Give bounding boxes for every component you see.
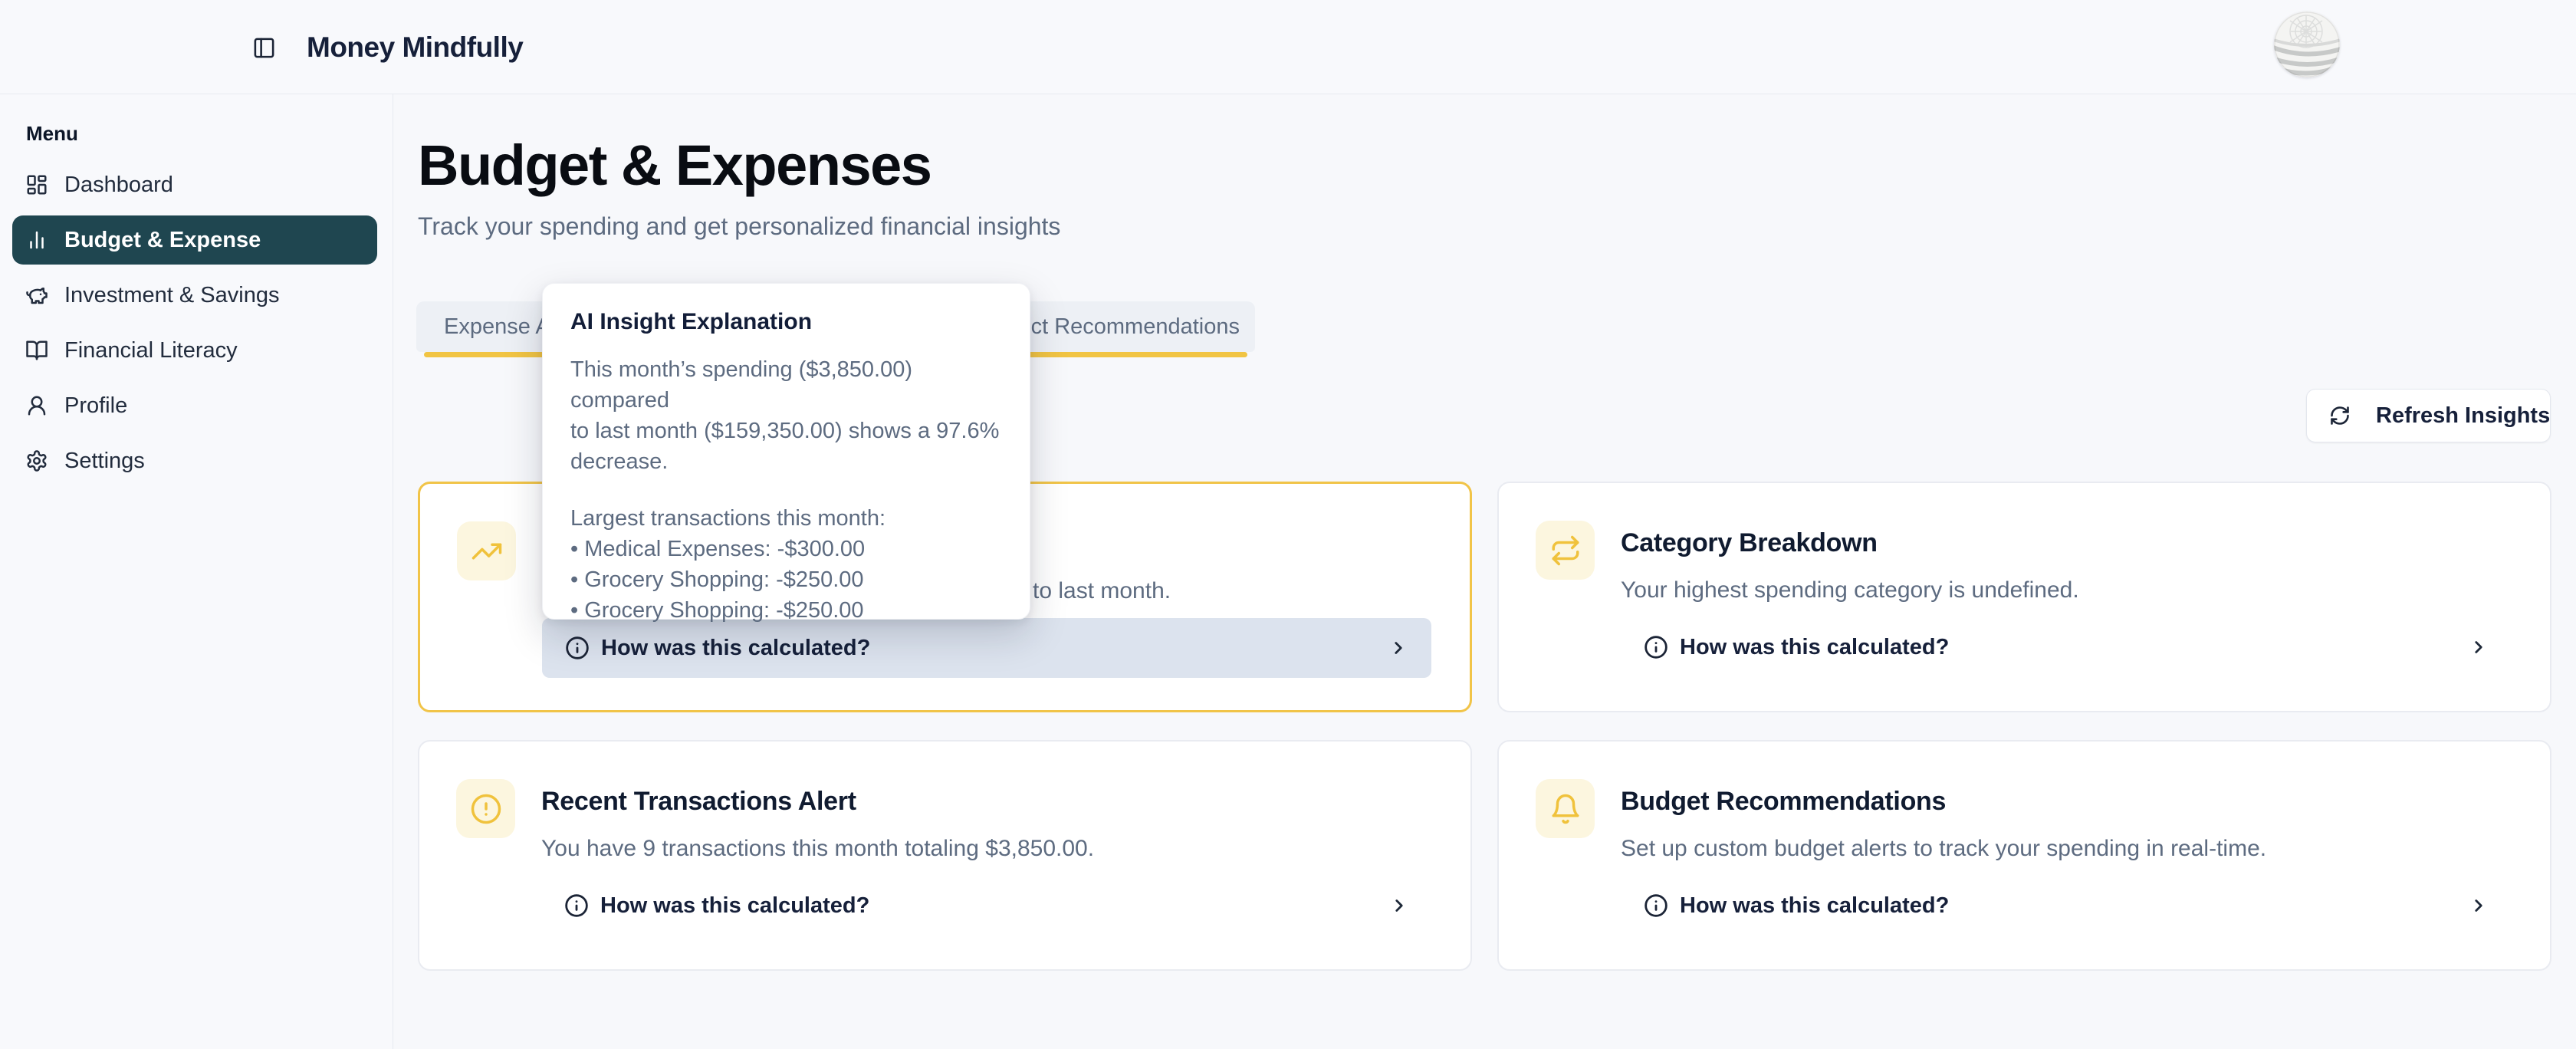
ai-insight-tooltip: AI Insight Explanation This month’s spen… — [542, 283, 1030, 620]
tooltip-paragraph: Largest transactions this month: • Medic… — [570, 503, 1002, 626]
how-calculated-button[interactable]: How was this calculated? — [542, 618, 1431, 678]
info-icon — [565, 636, 590, 660]
header: Money Mindfully — [0, 0, 2576, 94]
sidebar-item-budget-expense[interactable]: Budget & Expense — [12, 215, 377, 265]
how-calculated-label: How was this calculated? — [601, 636, 870, 661]
card-title: Budget Recommendations — [1621, 784, 2512, 818]
sidebar-item-label: Investment & Savings — [64, 283, 279, 308]
sidebar-toggle-button[interactable] — [244, 28, 284, 67]
card-body: Category Breakdown Your highest spending… — [1621, 518, 2512, 677]
sidebar-item-settings[interactable]: Settings — [12, 436, 377, 485]
avatar[interactable] — [2274, 12, 2340, 77]
book-open-icon — [25, 339, 48, 362]
card-title: Recent Transactions Alert — [541, 784, 1432, 818]
how-calculated-label: How was this calculated? — [1680, 635, 1949, 660]
sidebar-menu-label: Menu — [26, 122, 393, 146]
sidebar: Menu Dashboard Budget & Expense Investme… — [0, 94, 393, 1049]
user-icon — [25, 394, 48, 417]
sidebar-item-label: Profile — [64, 393, 127, 419]
bar-chart-icon — [25, 229, 48, 252]
page-title: Budget & Expenses — [418, 133, 931, 198]
card-recent-transactions-alert: Recent Transactions Alert You have 9 tra… — [418, 740, 1472, 971]
card-description-fragment: to last month. — [1033, 576, 1171, 606]
sidebar-item-label: Financial Literacy — [64, 338, 238, 363]
trending-up-icon — [457, 521, 516, 580]
sidebar-item-profile[interactable]: Profile — [12, 381, 377, 430]
tooltip-paragraph: This month’s spending ($3,850.00) compar… — [570, 354, 1002, 477]
main-content: Budget & Expenses Track your spending an… — [393, 94, 2576, 1049]
chevron-right-icon — [2469, 637, 2489, 657]
sidebar-item-label: Budget & Expense — [64, 228, 261, 253]
app-title: Money Mindfully — [307, 0, 523, 94]
card-description: You have 9 transactions this month total… — [541, 834, 1432, 863]
sidebar-item-label: Settings — [64, 449, 145, 474]
card-category-breakdown: Category Breakdown Your highest spending… — [1497, 482, 2551, 712]
gear-icon — [25, 449, 48, 472]
card-body: Recent Transactions Alert You have 9 tra… — [541, 777, 1432, 936]
info-icon — [564, 893, 589, 918]
info-icon — [1644, 893, 1668, 918]
page-subtitle: Track your spending and get personalized… — [418, 211, 1060, 243]
how-calculated-label: How was this calculated? — [600, 893, 869, 919]
how-calculated-label: How was this calculated? — [1680, 893, 1949, 919]
app: Money Mindfully — [0, 0, 2576, 1049]
panel-left-icon — [252, 36, 276, 60]
sidebar-item-investment-savings[interactable]: Investment & Savings — [12, 271, 377, 320]
how-calculated-button[interactable]: How was this calculated? — [1621, 617, 2512, 677]
sidebar-item-financial-literacy[interactable]: Financial Literacy — [12, 326, 377, 375]
card-body: Budget Recommendations Set up custom bud… — [1621, 777, 2512, 936]
how-calculated-button[interactable]: How was this calculated? — [1621, 876, 2512, 936]
card-description: Set up custom budget alerts to track you… — [1621, 834, 2512, 863]
refresh-insights-button[interactable]: Refresh Insights — [2306, 389, 2551, 442]
bell-icon — [1536, 779, 1595, 838]
info-icon — [1644, 635, 1668, 659]
card-description: Your highest spending category is undefi… — [1621, 575, 2512, 605]
alert-circle-icon — [456, 779, 515, 838]
avatar-image — [2274, 12, 2340, 77]
refresh-icon — [2329, 405, 2351, 426]
sidebar-item-label: Dashboard — [64, 173, 173, 198]
how-calculated-button[interactable]: How was this calculated? — [541, 876, 1432, 936]
dashboard-icon — [25, 173, 48, 196]
card-title: Category Breakdown — [1621, 526, 2512, 560]
sidebar-item-dashboard[interactable]: Dashboard — [12, 160, 377, 209]
piggy-bank-icon — [25, 284, 48, 307]
sidebar-nav: Dashboard Budget & Expense Investment & … — [12, 160, 377, 485]
chevron-right-icon — [1388, 638, 1408, 658]
chevron-right-icon — [2469, 896, 2489, 916]
tooltip-title: AI Insight Explanation — [570, 307, 1002, 337]
repeat-icon — [1536, 521, 1595, 580]
chevron-right-icon — [1389, 896, 1409, 916]
refresh-button-label: Refresh Insights — [2376, 403, 2550, 429]
card-budget-recommendations: Budget Recommendations Set up custom bud… — [1497, 740, 2551, 971]
